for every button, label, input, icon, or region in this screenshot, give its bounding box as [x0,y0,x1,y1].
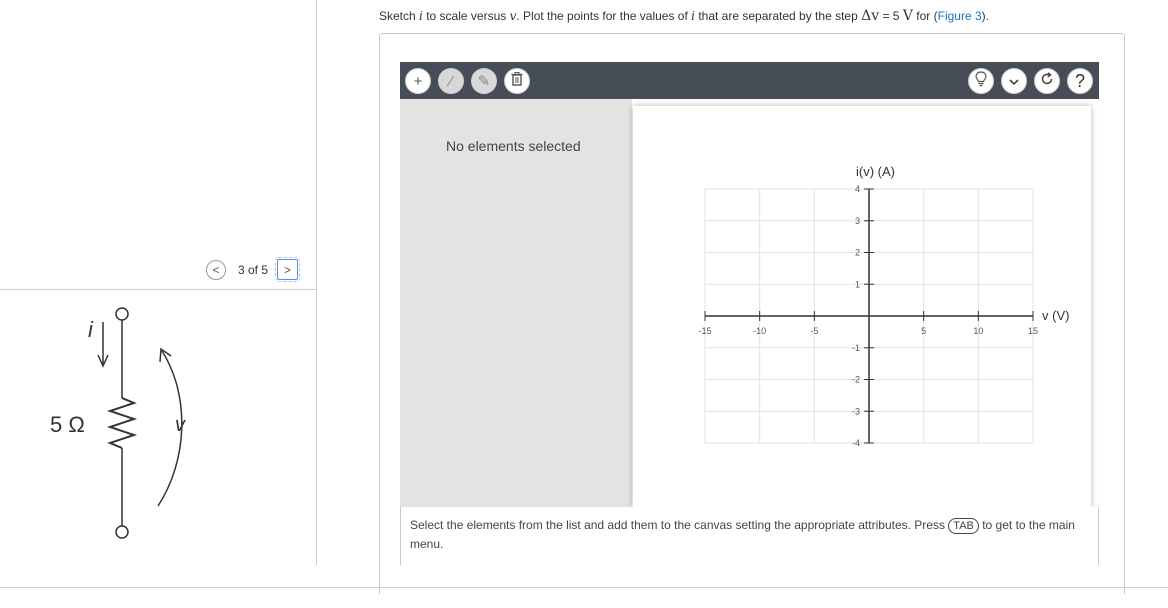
figure-pager: < 3 of 5 > [206,257,301,282]
more-options-button[interactable] [1001,68,1027,94]
math-step: Δv [861,8,880,24]
question-instruction: Sketch i to scale versus v. Plot the poi… [379,8,989,24]
no-selection-message: No elements selected [446,138,581,154]
plus-icon: + [413,72,423,90]
trash-icon [511,72,523,90]
circuit-figure: i 5 Ω v [50,307,186,539]
y-tick-label: 2 [855,248,860,258]
chevron-down-icon [1009,73,1019,90]
instruction-text: to scale versus [422,9,510,23]
resistor-label: 5 Ω [50,412,85,437]
figure-link[interactable]: Figure 3 [938,9,982,23]
x-tick-label: -10 [753,326,766,336]
voltage-label: v [175,414,186,436]
y-tick-label: 1 [855,279,860,289]
tab-key-badge: TAB [948,518,979,534]
y-axis-label: i(v) (A) [856,164,895,179]
instruction-text: = 5 [879,9,903,23]
hint-text: Select the elements from the list and ad… [410,518,949,532]
figure-divider [0,289,316,290]
graph-svg[interactable]: -15 -10 -5 5 10 15 4 3 2 1 -1 -2 -3 -4 i(v) (A) v (V) [633,106,1091,507]
y-tick-label: 4 [855,184,860,194]
x-axis-label: v (V) [1042,308,1069,323]
page-divider [0,587,1168,588]
line-tool-button[interactable]: ⁄ [438,68,464,94]
bottom-terminal [115,525,129,539]
reset-button[interactable] [1034,68,1060,94]
y-tick-label: -3 [852,406,860,416]
line-icon: ⁄ [449,72,453,90]
instruction-text: that are separated by the step [694,9,862,23]
top-terminal [115,307,129,321]
math-unit: V [902,8,913,24]
pencil-icon: ✎ [477,73,491,90]
y-tick-label: -1 [852,343,860,353]
figure-counter: 3 of 5 [238,262,269,277]
y-tick-label: -4 [852,438,860,448]
instruction-text: ). [981,9,989,23]
chevron-right-icon: > [284,262,292,277]
lightbulb-icon [975,71,987,91]
current-label: i [88,317,94,342]
y-tick-label: 3 [855,216,860,226]
x-tick-label: 10 [973,326,983,336]
add-element-button[interactable]: + [405,68,431,94]
x-tick-label: -15 [698,326,711,336]
hint-button[interactable] [968,68,994,94]
previous-figure-button[interactable]: < [206,259,226,280]
next-figure-button[interactable]: > [275,257,301,282]
graph-canvas[interactable]: -15 -10 -5 5 10 15 4 3 2 1 -1 -2 -3 -4 i(v) (A) v (V) [633,106,1091,507]
axes [704,188,1034,444]
y-tick-label: -2 [852,375,860,385]
draw-tool-button[interactable]: ✎ [471,68,497,94]
instruction-text: Sketch [379,9,420,23]
help-button[interactable]: ? [1067,68,1093,94]
x-tick-label: 5 [921,326,926,336]
x-tick-label: 15 [1028,326,1038,336]
resistor-symbol [106,397,138,449]
reset-icon [1040,72,1054,90]
graph-toolbar: + ⁄ ✎ ? [400,62,1099,99]
chevron-left-icon: < [212,262,220,277]
instruction-text: for ( [912,9,938,23]
keyboard-hint: Select the elements from the list and ad… [410,516,1098,554]
delete-button[interactable] [504,68,530,94]
element-properties-sidebar [400,99,632,507]
instruction-text: . Plot the points for the values of [516,9,692,23]
question-mark-icon: ? [1074,70,1085,91]
x-tick-label: -5 [810,326,818,336]
